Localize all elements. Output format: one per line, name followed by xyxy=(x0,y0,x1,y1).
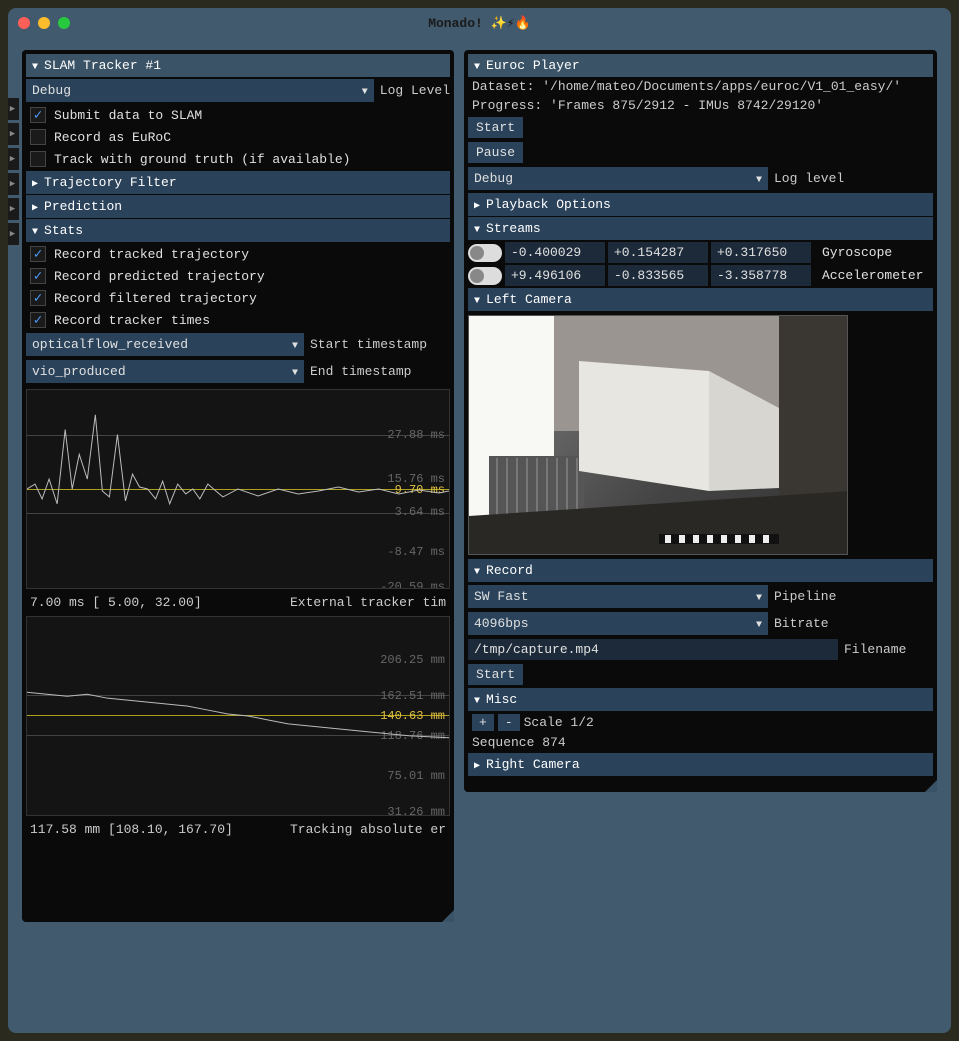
checkbox-label: Record tracker times xyxy=(54,313,210,328)
chevron-right-icon xyxy=(32,175,38,190)
checkbox-label: Submit data to SLAM xyxy=(54,108,202,123)
graph1-footer-left: 7.00 ms [ 5.00, 32.00] xyxy=(30,595,202,610)
streams-section[interactable]: Streams xyxy=(468,217,933,240)
chevron-down-icon xyxy=(292,364,298,379)
pipeline-dropdown[interactable]: SW Fast xyxy=(468,585,768,608)
end-ts-label: End timestamp xyxy=(310,364,411,379)
chevron-down-icon xyxy=(756,171,762,186)
gyro-z[interactable]: +0.317650 xyxy=(711,242,811,263)
scale-plus-button[interactable]: + xyxy=(472,714,494,731)
scale-minus-button[interactable]: - xyxy=(498,714,520,731)
record-times-checkbox[interactable] xyxy=(30,312,46,328)
record-filtered-checkbox[interactable] xyxy=(30,290,46,306)
chevron-down-icon xyxy=(756,589,762,604)
bitrate-dropdown[interactable]: 4096bps xyxy=(468,612,768,635)
side-tab[interactable]: ▶ xyxy=(8,173,19,195)
prediction-section[interactable]: Prediction xyxy=(26,195,450,218)
chevron-down-icon xyxy=(292,337,298,352)
right-cam-section[interactable]: Right Camera xyxy=(468,753,933,776)
chevron-down-icon xyxy=(474,221,480,236)
start-button[interactable]: Start xyxy=(468,117,523,138)
timing-graph: 27.88 ms 15.76 ms 9.70 ms 3.64 ms -8.47 … xyxy=(26,389,450,589)
filename-input[interactable]: /tmp/capture.mp4 xyxy=(468,639,838,660)
euroc-log-dropdown[interactable]: Debug xyxy=(468,167,768,190)
scale-label: Scale 1/2 xyxy=(524,715,594,730)
record-predicted-checkbox[interactable] xyxy=(30,268,46,284)
pipeline-label: Pipeline xyxy=(774,589,836,604)
progress-text: Progress: 'Frames 875/2912 - IMUs 8742/2… xyxy=(468,96,933,115)
euroc-header[interactable]: Euroc Player xyxy=(468,54,933,77)
graph2-footer-left: 117.58 mm [108.10, 167.70] xyxy=(30,822,233,837)
trajectory-filter-section[interactable]: Trajectory Filter xyxy=(26,171,450,194)
accel-label: Accelerometer xyxy=(814,268,923,283)
accel-y[interactable]: -0.833565 xyxy=(608,265,708,286)
panel-title: Euroc Player xyxy=(486,58,580,73)
gyro-x[interactable]: -0.400029 xyxy=(505,242,605,263)
titlebar: Monado! ✨⚡🔥 xyxy=(8,8,951,38)
graph2-footer-right: Tracking absolute er xyxy=(290,822,446,837)
chevron-down-icon xyxy=(32,223,38,238)
dataset-text: Dataset: '/home/mateo/Documents/apps/eur… xyxy=(468,77,933,96)
camera-preview xyxy=(468,315,848,555)
gyro-label: Gyroscope xyxy=(814,245,892,260)
record-tracked-checkbox[interactable] xyxy=(30,246,46,262)
filename-label: Filename xyxy=(844,642,906,657)
checkbox-label: Record as EuRoC xyxy=(54,130,171,145)
euroc-panel: Euroc Player Dataset: '/home/mateo/Docum… xyxy=(464,50,937,792)
chevron-down-icon xyxy=(756,616,762,631)
chevron-down-icon xyxy=(474,563,480,578)
chevron-right-icon xyxy=(32,199,38,214)
checkbox-label: Record filtered trajectory xyxy=(54,291,257,306)
accel-toggle[interactable] xyxy=(468,267,502,285)
side-tab[interactable]: ▶ xyxy=(8,148,19,170)
end-ts-dropdown[interactable]: vio_produced xyxy=(26,360,304,383)
slam-header[interactable]: SLAM Tracker #1 xyxy=(26,54,450,77)
side-tab[interactable]: ▶ xyxy=(8,98,19,120)
side-tab[interactable]: ▶ xyxy=(8,223,19,245)
log-level-label: Log Level xyxy=(380,83,450,98)
chevron-down-icon xyxy=(362,83,368,98)
sequence-text: Sequence 874 xyxy=(468,733,933,752)
gyro-toggle[interactable] xyxy=(468,244,502,262)
slam-panel: SLAM Tracker #1 Debug Log Level Submit d… xyxy=(22,50,454,922)
record-euroc-checkbox[interactable] xyxy=(30,129,46,145)
accel-x[interactable]: +9.496106 xyxy=(505,265,605,286)
error-graph: 206.25 mm 162.51 mm 140.63 mm 118.76 mm … xyxy=(26,616,450,816)
start-ts-dropdown[interactable]: opticalflow_received xyxy=(26,333,304,356)
accel-z[interactable]: -3.358778 xyxy=(711,265,811,286)
bitrate-label: Bitrate xyxy=(774,616,829,631)
pause-button[interactable]: Pause xyxy=(468,142,523,163)
chevron-down-icon xyxy=(32,58,38,73)
start-ts-label: Start timestamp xyxy=(310,337,427,352)
graph1-footer-right: External tracker tim xyxy=(290,595,446,610)
chevron-right-icon xyxy=(474,757,480,772)
track-gt-checkbox[interactable] xyxy=(30,151,46,167)
checkbox-label: Record predicted trajectory xyxy=(54,269,265,284)
side-tab[interactable]: ▶ xyxy=(8,198,19,220)
gyro-y[interactable]: +0.154287 xyxy=(608,242,708,263)
record-section[interactable]: Record xyxy=(468,559,933,582)
chevron-down-icon xyxy=(474,58,480,73)
chevron-down-icon xyxy=(474,292,480,307)
misc-section[interactable]: Misc xyxy=(468,688,933,711)
submit-checkbox[interactable] xyxy=(30,107,46,123)
log-level-dropdown[interactable]: Debug xyxy=(26,79,374,102)
record-start-button[interactable]: Start xyxy=(468,664,523,685)
euroc-log-label: Log level xyxy=(774,171,844,186)
playback-section[interactable]: Playback Options xyxy=(468,193,933,216)
checkbox-label: Track with ground truth (if available) xyxy=(54,152,350,167)
side-tab[interactable]: ▶ xyxy=(8,123,19,145)
checkbox-label: Record tracked trajectory xyxy=(54,247,249,262)
chevron-down-icon xyxy=(474,692,480,707)
stats-section[interactable]: Stats xyxy=(26,219,450,242)
left-cam-section[interactable]: Left Camera xyxy=(468,288,933,311)
chevron-right-icon xyxy=(474,197,480,212)
window-title: Monado! ✨⚡🔥 xyxy=(8,16,951,31)
panel-title: SLAM Tracker #1 xyxy=(44,58,161,73)
